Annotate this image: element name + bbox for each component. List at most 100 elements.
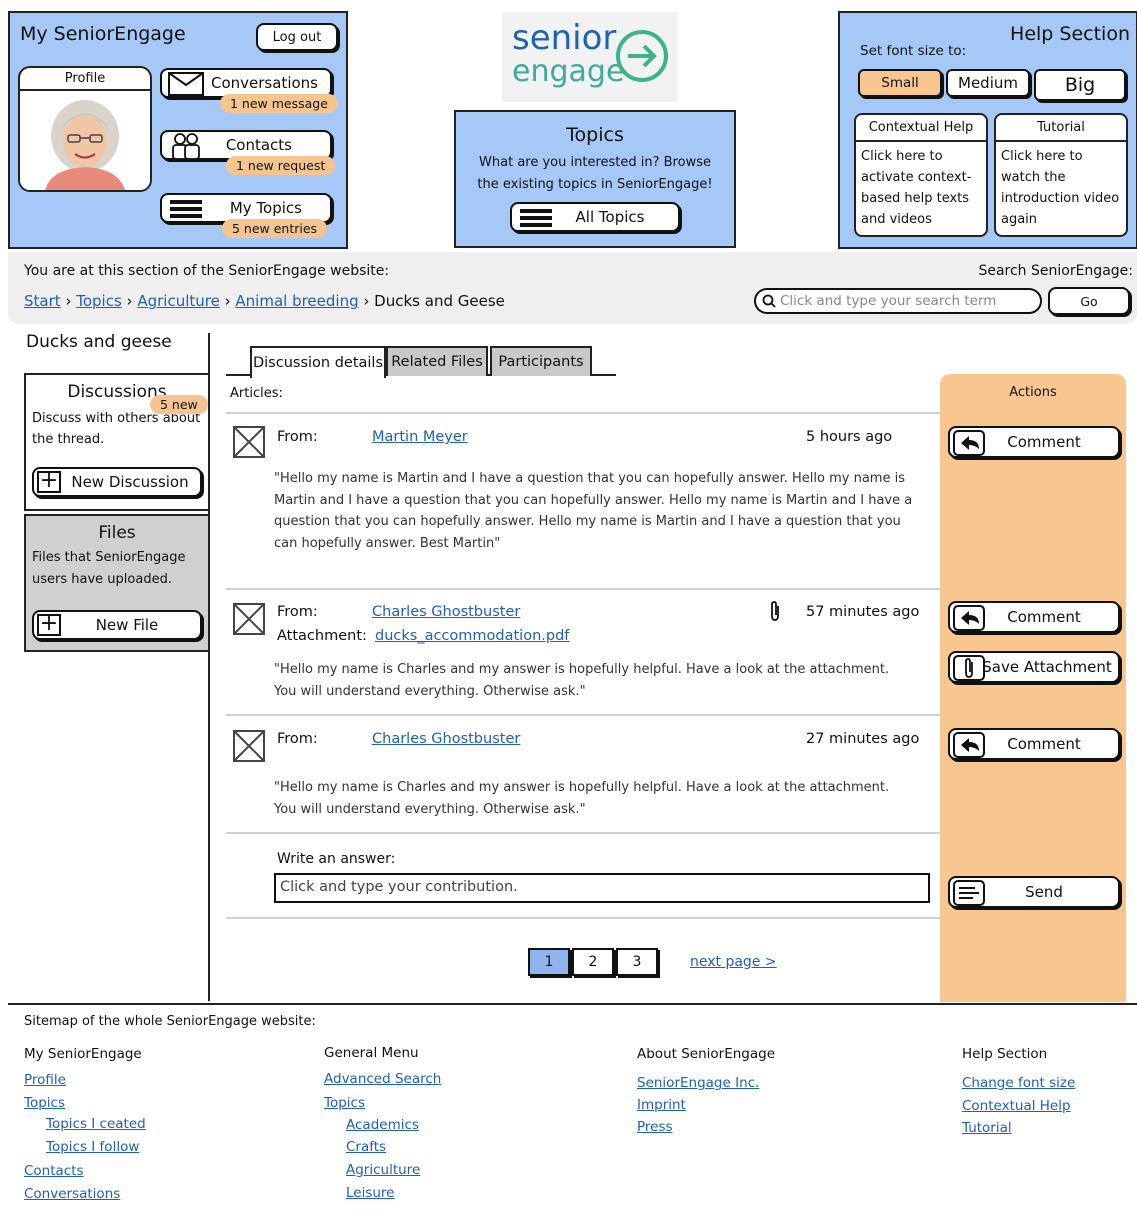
new-discussion-label: New Discussion	[71, 473, 189, 491]
files-box: Files Files that SeniorEngage users have…	[24, 514, 210, 652]
from-label: From:	[277, 731, 318, 747]
footer-link-agriculture[interactable]: Agriculture	[346, 1162, 420, 1178]
footer-link-profile[interactable]: Profile	[24, 1072, 66, 1088]
tutorial-title: Tutorial	[996, 115, 1126, 142]
tab-discussion-details[interactable]: Discussion details	[250, 346, 386, 378]
articles-label: Articles:	[230, 386, 283, 401]
tutorial-text: Click here to watch the introduction vid…	[1001, 149, 1120, 227]
breadcrumb-bar: You are at this section of the SeniorEng…	[8, 252, 1137, 324]
senior-engage-logo[interactable]: senior engage	[502, 12, 678, 102]
answer-textarea[interactable]: Click and type your contribution.	[274, 873, 930, 903]
footer-link-conversations[interactable]: Conversations	[24, 1186, 120, 1202]
from-label: From:	[277, 429, 318, 445]
reply-arrow-icon	[953, 430, 985, 456]
footer-link-imprint[interactable]: Imprint	[637, 1097, 686, 1113]
font-size-label: Set font size to:	[860, 43, 967, 59]
go-button[interactable]: Go	[1048, 287, 1130, 315]
breadcrumb-agriculture[interactable]: Agriculture	[137, 292, 220, 310]
new-file-button[interactable]: + New File	[32, 610, 202, 640]
contextual-help-card[interactable]: Contextual Help Click here to activate c…	[854, 113, 988, 237]
footer-link-topics-follow[interactable]: Topics I follow	[46, 1139, 139, 1155]
font-big-button[interactable]: Big	[1034, 69, 1126, 101]
sidebar-title: Ducks and geese	[26, 332, 172, 352]
discussions-text: Discuss with others about the thread.	[32, 411, 201, 447]
discussions-badge: 5 new	[150, 395, 208, 414]
profile-card[interactable]: Profile	[18, 66, 152, 192]
my-panel-title: My SeniorEngage	[20, 23, 186, 45]
reply-arrow-icon	[953, 605, 985, 631]
footer-link-press[interactable]: Press	[637, 1119, 673, 1135]
breadcrumb-separator: ›	[363, 292, 375, 310]
font-medium-button[interactable]: Medium	[946, 69, 1030, 97]
logout-button[interactable]: Log out	[256, 23, 338, 51]
attachment-label: Attachment:	[277, 628, 367, 644]
article-separator	[226, 917, 940, 919]
footer-link-leisure[interactable]: Leisure	[346, 1185, 395, 1201]
comment-button[interactable]: Comment	[948, 728, 1120, 760]
help-section-panel: Help Section Set font size to: Small Med…	[838, 11, 1137, 249]
profile-label: Profile	[20, 68, 150, 91]
save-attachment-label: Save Attachment	[982, 658, 1112, 676]
contextual-help-text: Click here to activate context-based hel…	[861, 149, 972, 227]
footer-divider	[8, 1003, 1137, 1005]
new-discussion-button[interactable]: + New Discussion	[32, 467, 202, 497]
comment-button[interactable]: Comment	[948, 601, 1120, 633]
footer-link-academics[interactable]: Academics	[346, 1117, 419, 1133]
timestamp: 27 minutes ago	[806, 731, 920, 747]
comment-button[interactable]: Comment	[948, 426, 1120, 458]
all-topics-label: All Topics	[575, 208, 645, 226]
plus-icon: +	[37, 470, 61, 493]
topics-panel-title: Topics	[566, 124, 624, 146]
footer-link-change-font-size[interactable]: Change font size	[962, 1075, 1075, 1091]
comment-label: Comment	[1007, 735, 1081, 753]
page-2-button[interactable]: 2	[572, 948, 614, 976]
contextual-help-title: Contextual Help	[856, 115, 986, 142]
font-small-button[interactable]: Small	[858, 69, 942, 97]
breadcrumb-animal-breeding[interactable]: Animal breeding	[235, 292, 358, 310]
breadcrumb-current: Ducks and Geese	[374, 292, 505, 310]
breadcrumb-start[interactable]: Start	[24, 292, 61, 310]
footer-link-topics-created[interactable]: Topics I ceated	[46, 1116, 146, 1132]
next-page-link[interactable]: next page >	[690, 954, 777, 970]
new-file-label: New File	[95, 616, 159, 634]
save-attachment-button[interactable]: Save Attachment	[948, 651, 1120, 683]
paperclip-icon	[953, 655, 985, 681]
document-icon	[953, 880, 985, 906]
footer-link-contextual-help[interactable]: Contextual Help	[962, 1098, 1071, 1114]
footer-link-crafts[interactable]: Crafts	[346, 1139, 386, 1155]
paperclip-icon	[771, 601, 779, 621]
footer-col2-heading: General Menu	[324, 1045, 419, 1061]
search-input[interactable]: Click and type your search term	[754, 288, 1042, 314]
tutorial-card[interactable]: Tutorial Click here to watch the introdu…	[994, 113, 1128, 237]
help-section-title: Help Section	[1010, 23, 1130, 45]
footer-col3-heading: About SeniorEngage	[637, 1046, 775, 1062]
sitemap-title: Sitemap of the whole SeniorEngage websit…	[24, 1014, 316, 1029]
author-link[interactable]: Martin Meyer	[372, 429, 468, 445]
send-button[interactable]: Send	[948, 876, 1120, 908]
attachment-link[interactable]: ducks_accommodation.pdf	[375, 628, 569, 644]
footer-link-contacts[interactable]: Contacts	[24, 1163, 84, 1179]
topics-panel-text: What are you interested in? Browse the e…	[477, 155, 713, 192]
all-topics-button[interactable]: All Topics	[510, 202, 680, 232]
discussions-box: Discussions 5 new Discuss with others ab…	[24, 373, 210, 511]
breadcrumb-topics[interactable]: Topics	[76, 292, 122, 310]
footer-link-topics[interactable]: Topics	[24, 1095, 65, 1111]
my-seniorengage-panel: My SeniorEngage Log out Profile Conversa…	[8, 11, 348, 249]
footer-link-topics[interactable]: Topics	[324, 1095, 365, 1111]
comment-label: Comment	[1007, 433, 1081, 451]
footer-link-seniorengage-inc[interactable]: SeniorEngage Inc.	[637, 1075, 759, 1091]
contacts-badge: 1 new request	[226, 156, 336, 175]
page-1-button[interactable]: 1	[528, 948, 570, 976]
breadcrumb-label: You are at this section of the SeniorEng…	[24, 263, 390, 279]
author-link[interactable]: Charles Ghostbuster	[372, 731, 520, 747]
article-text: "Hello my name is Charles and my answer …	[274, 780, 890, 817]
footer-link-advanced-search[interactable]: Advanced Search	[324, 1071, 441, 1087]
footer-link-tutorial[interactable]: Tutorial	[962, 1120, 1012, 1136]
article-separator	[226, 714, 940, 716]
page-3-button[interactable]: 3	[616, 948, 658, 976]
tab-participants[interactable]: Participants	[490, 346, 592, 376]
tab-related-files[interactable]: Related Files	[386, 346, 488, 376]
actions-label: Actions	[1009, 385, 1057, 400]
author-link[interactable]: Charles Ghostbuster	[372, 604, 520, 620]
conversations-badge: 1 new message	[220, 94, 338, 113]
